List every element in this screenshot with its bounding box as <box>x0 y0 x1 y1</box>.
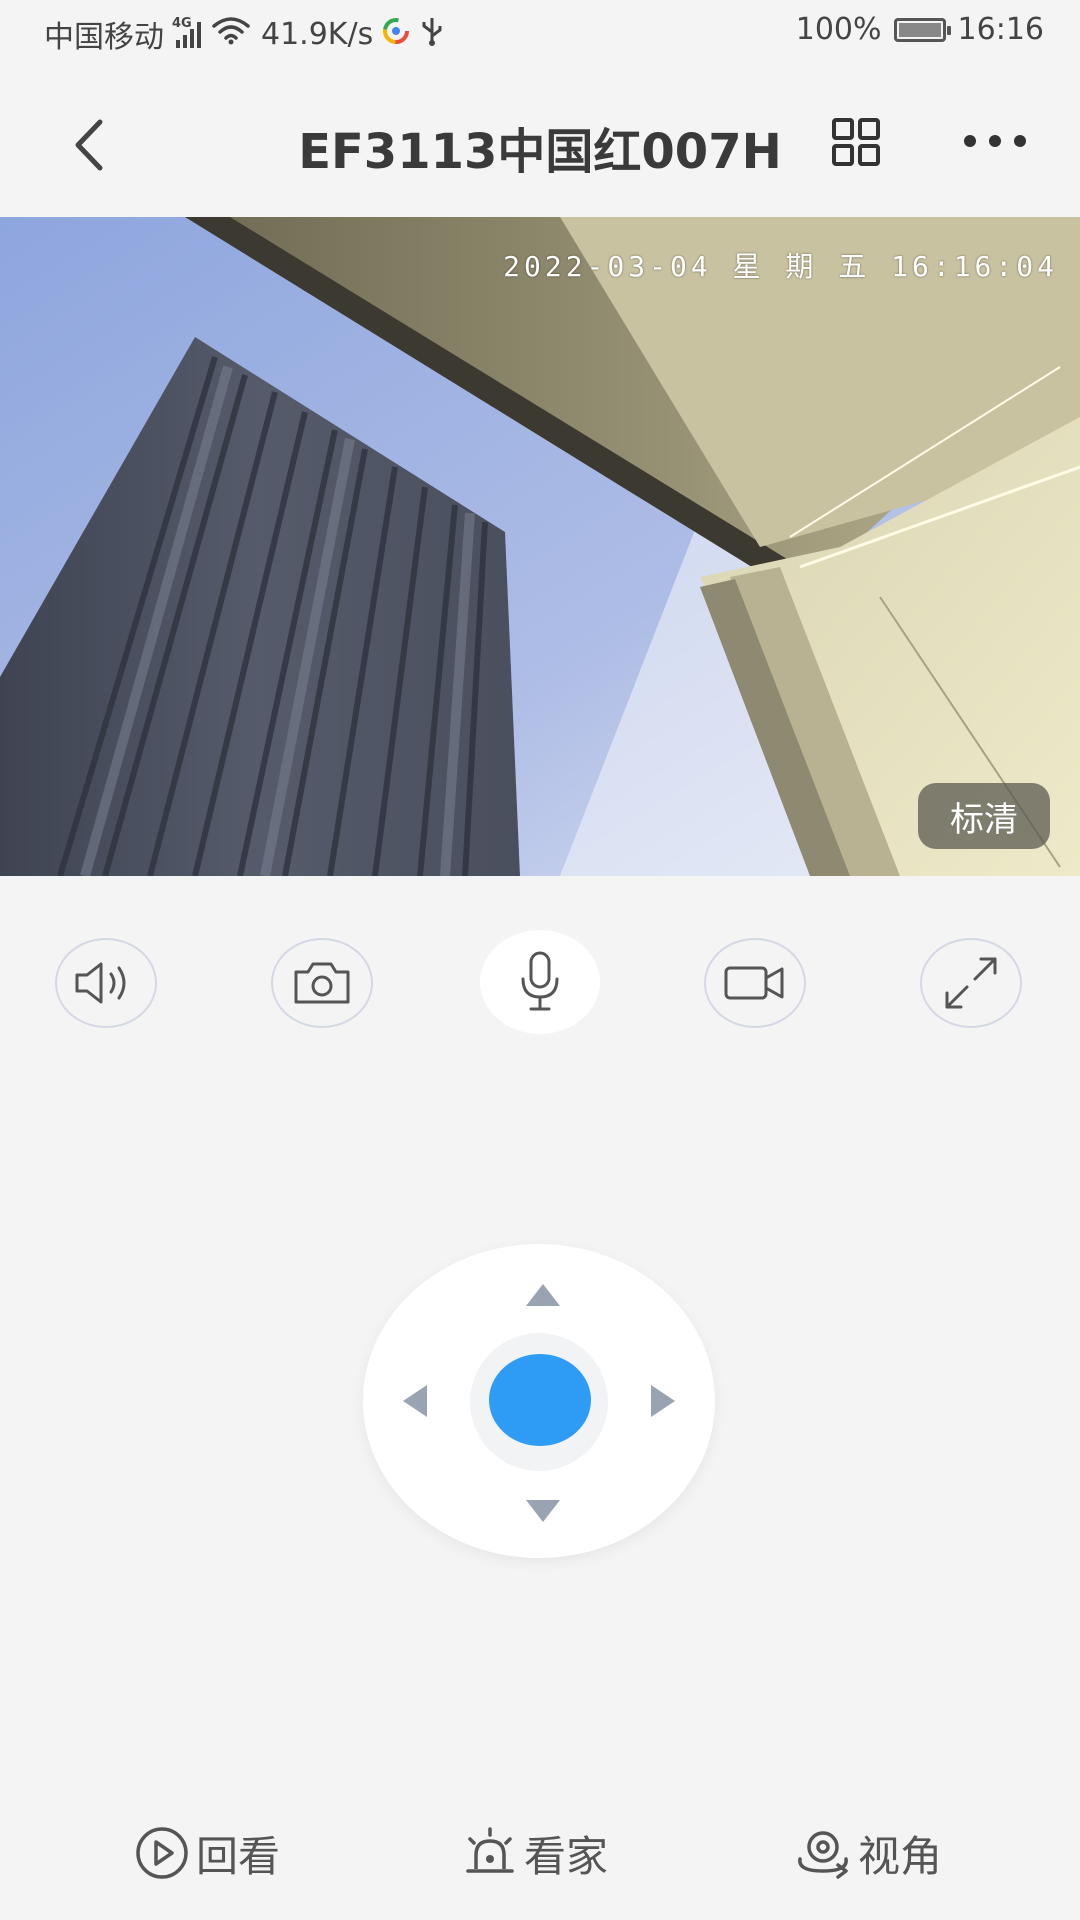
speaker-button[interactable] <box>55 938 157 1028</box>
app-notification-icon <box>383 17 410 52</box>
camera-frame-image <box>0 217 1080 876</box>
arrow-left-icon[interactable] <box>403 1385 427 1417</box>
arrow-up-icon[interactable] <box>526 1284 560 1306</box>
more-icon <box>964 135 1026 147</box>
playback-label: 回看 <box>196 1831 281 1881</box>
usb-icon <box>419 14 445 54</box>
carrier-label: 中国移动 <box>44 20 164 55</box>
arrow-down-icon[interactable] <box>526 1500 560 1522</box>
talk-button[interactable] <box>480 930 600 1034</box>
play-circle-icon <box>136 1827 188 1879</box>
wifi-icon <box>211 15 251 53</box>
microphone-icon <box>521 951 559 1011</box>
multi-view-button[interactable] <box>828 114 884 170</box>
status-bar: 中国移动 4G 41.9K/s 100% 16:16 <box>0 0 1080 64</box>
ptz-joystick[interactable] <box>363 1244 715 1558</box>
speaker-icon <box>75 962 126 1004</box>
clock: 16:16 <box>957 12 1044 47</box>
more-button[interactable] <box>958 116 1032 166</box>
joystick-knob[interactable] <box>489 1354 591 1446</box>
network-speed: 41.9K/s <box>261 16 374 52</box>
grid-icon <box>832 118 880 166</box>
alarm-light-icon <box>466 1827 514 1873</box>
expand-icon <box>945 957 997 1009</box>
battery-icon <box>893 17 951 42</box>
status-left: 中国移动 4G 41.9K/s <box>44 12 445 56</box>
page-title: EF3113中国红007H <box>298 124 782 180</box>
video-record-icon <box>724 966 784 1000</box>
snapshot-button[interactable] <box>271 938 373 1028</box>
app-header: EF3113中国红007H <box>0 76 1080 206</box>
playback-button[interactable]: 回看 <box>134 1808 280 1898</box>
view-angle-icon <box>798 1831 848 1879</box>
status-right: 100% 16:16 <box>796 12 1044 47</box>
home-watch-label: 看家 <box>524 1831 609 1881</box>
camera-live-view[interactable]: 2022-03-04 星 期 五 16:16:04 标清 <box>0 217 1080 876</box>
view-angle-button[interactable]: 视角 <box>794 1808 942 1898</box>
fullscreen-button[interactable] <box>920 938 1022 1028</box>
home-watch-button[interactable]: 看家 <box>462 1808 608 1898</box>
signal-icon: 4G <box>172 16 201 48</box>
arrow-right-icon[interactable] <box>651 1385 675 1417</box>
video-timestamp: 2022-03-04 星 期 五 16:16:04 <box>503 250 1058 283</box>
view-angle-label: 视角 <box>858 1831 943 1881</box>
battery-percent: 100% <box>795 12 882 47</box>
bottom-nav: 回看 看家 视角 <box>0 1808 1080 1898</box>
record-button[interactable] <box>704 938 806 1028</box>
network-type: 4G <box>172 16 192 31</box>
quality-toggle-button[interactable]: 标清 <box>918 783 1050 849</box>
camera-icon <box>294 962 350 1004</box>
control-toolbar <box>0 930 1080 1040</box>
